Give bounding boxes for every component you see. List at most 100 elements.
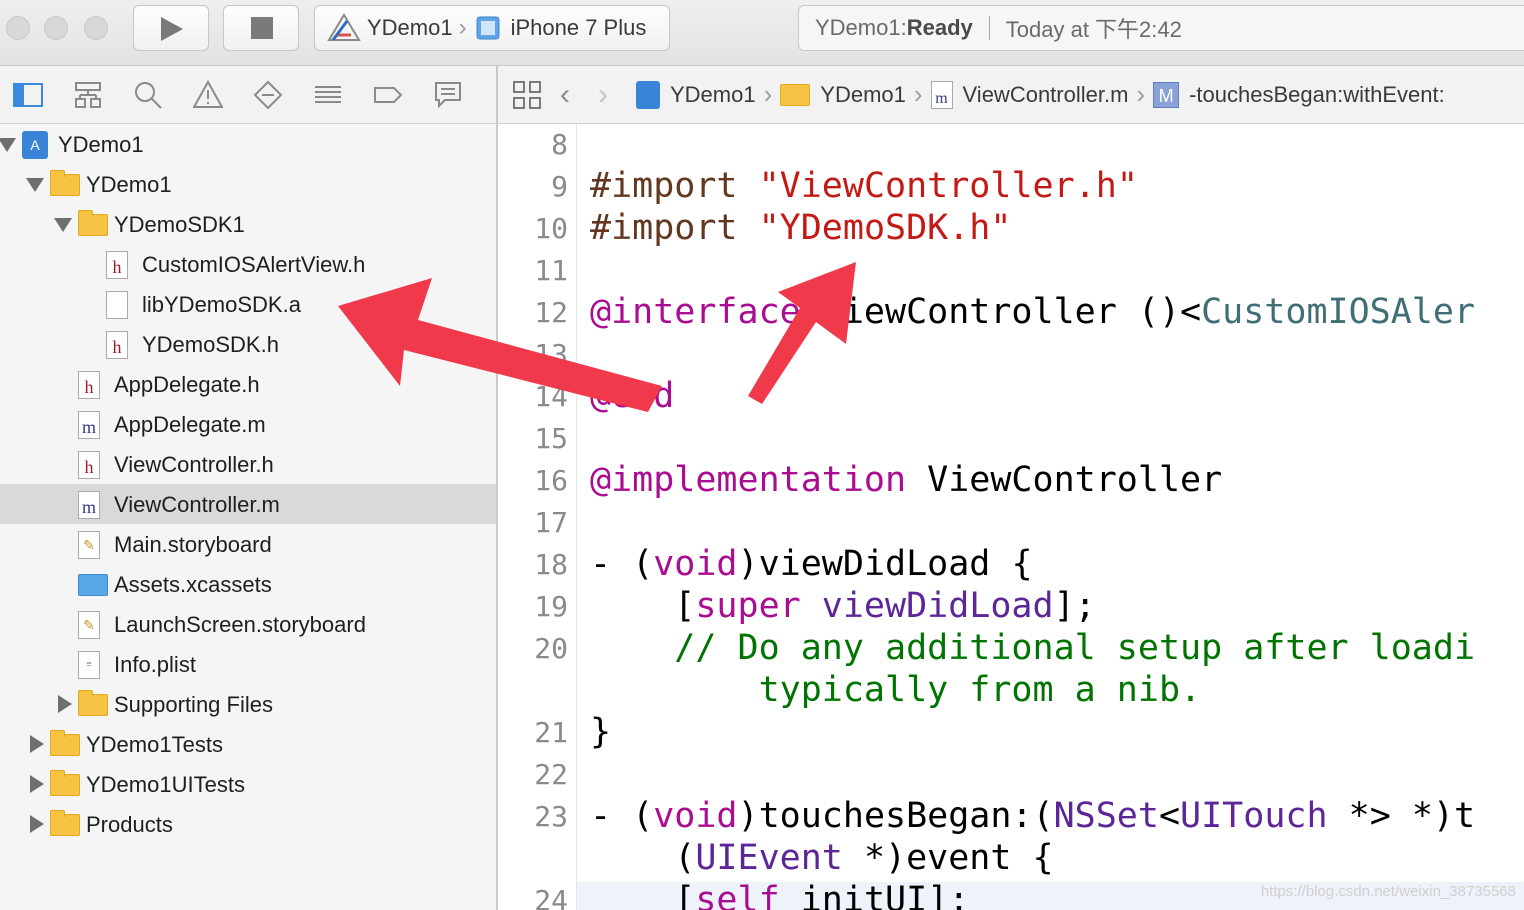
- line-number: 15: [534, 422, 568, 455]
- objc-file-icon: m: [930, 80, 953, 109]
- tag-icon[interactable]: [373, 80, 403, 110]
- disclosure-closed-icon[interactable]: [30, 775, 44, 793]
- navigator-tab-bar: [0, 66, 496, 124]
- interface-keyword: @interface: [590, 292, 801, 332]
- tree-row[interactable]: h CustomIOSAlertView.h: [0, 244, 496, 284]
- folder-icon: [50, 730, 80, 756]
- tree-row[interactable]: ✎ LaunchScreen.storyboard: [0, 604, 496, 644]
- tree-row-label: Supporting Files: [114, 692, 273, 717]
- breakpoint-diamond-icon[interactable]: [253, 80, 283, 110]
- tree-row[interactable]: Supporting Files: [0, 684, 496, 724]
- list-icon[interactable]: [313, 80, 343, 110]
- tree-row[interactable]: m ViewController.m: [0, 484, 496, 524]
- chat-icon[interactable]: [433, 80, 463, 110]
- folder-icon[interactable]: [13, 80, 43, 110]
- code-text: <: [1158, 796, 1181, 836]
- tree-row-label: CustomIOSAlertView.h: [142, 252, 366, 277]
- code-line-16: @implementation ViewController: [590, 460, 1222, 500]
- tree-row-label: AppDelegate.m: [114, 412, 266, 437]
- run-button[interactable]: [133, 5, 209, 51]
- tree-row[interactable]: h AppDelegate.h: [0, 364, 496, 404]
- disclosure-open-icon[interactable]: [26, 178, 44, 192]
- related-items-grid-icon[interactable]: [512, 80, 542, 110]
- scheme-selector[interactable]: YDemo1 › iPhone 7 Plus: [314, 5, 670, 51]
- project-icon: [636, 80, 660, 109]
- warning-icon[interactable]: [193, 80, 223, 110]
- disclosure-closed-icon[interactable]: [30, 735, 44, 753]
- tree-row[interactable]: YDemo1: [0, 164, 496, 204]
- tree-row-label: libYDemoSDK.a: [142, 292, 301, 317]
- code-line-9: #import "ViewController.h": [590, 166, 1138, 206]
- tree-row[interactable]: YDemo1Tests: [0, 724, 496, 764]
- tree-row[interactable]: Products: [0, 804, 496, 844]
- tree-row[interactable]: ✎ Main.storyboard: [0, 524, 496, 564]
- jumpbar-file[interactable]: m ViewController.m: [930, 80, 1129, 109]
- jumpbar-project[interactable]: YDemo1: [636, 80, 756, 109]
- tree-row[interactable]: libYDemoSDK.a: [0, 284, 496, 324]
- tree-row[interactable]: Assets.xcassets: [0, 564, 496, 604]
- code-text: ()<: [1137, 292, 1202, 332]
- jumpbar-group[interactable]: YDemo1: [780, 82, 906, 108]
- tree-row-label: Main.storyboard: [114, 532, 272, 557]
- close-window-button[interactable]: [6, 16, 30, 40]
- tree-row[interactable]: h YDemoSDK.h: [0, 324, 496, 364]
- code-text: - (: [590, 796, 654, 836]
- folder-icon: [78, 690, 108, 716]
- import-string: "ViewController.h": [758, 166, 1138, 206]
- minimize-window-button[interactable]: [44, 16, 68, 40]
- tree-row-label: YDemo1: [86, 172, 172, 197]
- project-navigator: A YDemo1 YDemo1 YDemoSDK1 h CustomIOSAlertVie…: [0, 66, 496, 910]
- disclosure-closed-icon[interactable]: [30, 815, 44, 833]
- disclosure-open-icon[interactable]: [54, 218, 72, 232]
- tree-row-label: Products: [86, 812, 173, 837]
- type-name: NSSet: [1053, 796, 1159, 836]
- code-line-23: - (void)touchesBegan:(NSSet<UITouch *> *…: [590, 796, 1475, 836]
- code-line-24: [self initUI];: [590, 880, 969, 910]
- tree-row[interactable]: YDemoSDK1: [0, 204, 496, 244]
- jumpbar-group-label: YDemo1: [820, 81, 906, 107]
- tree-row[interactable]: ≡ Info.plist: [0, 644, 496, 684]
- line-number: 23: [534, 800, 568, 833]
- type-name: UITouch: [1180, 796, 1328, 836]
- stop-button[interactable]: [223, 5, 299, 51]
- back-arrow-icon[interactable]: ‹: [560, 78, 570, 112]
- jumpbar-file-label: ViewController.m: [962, 81, 1129, 107]
- play-icon: [161, 17, 183, 41]
- type-keyword: void: [653, 544, 738, 584]
- library-file-icon: [106, 291, 128, 319]
- code-line-18: - (void)viewDidLoad {: [590, 544, 1033, 584]
- type-name: UIEvent: [695, 838, 843, 878]
- stop-icon: [251, 17, 273, 39]
- jumpbar-project-label: YDemo1: [670, 81, 756, 107]
- disclosure-open-icon[interactable]: [0, 138, 16, 152]
- method-call: viewDidLoad: [800, 586, 1054, 626]
- line-number: 19: [534, 590, 568, 623]
- code-line-12: @interface ViewController ()<CustomIOSAl…: [590, 292, 1475, 332]
- header-file-icon: h: [106, 251, 128, 279]
- line-number: 16: [534, 464, 568, 497]
- super-keyword: super: [695, 586, 801, 626]
- tree-row-label: YDemo1Tests: [86, 732, 223, 757]
- tree-row[interactable]: YDemo1UITests: [0, 764, 496, 804]
- code-line-14: @end: [590, 376, 674, 416]
- disclosure-closed-icon[interactable]: [58, 695, 72, 713]
- tree-row[interactable]: m AppDelegate.m: [0, 404, 496, 444]
- line-number: 22: [534, 758, 568, 791]
- line-number: 20: [534, 632, 568, 665]
- tree-row[interactable]: h ViewController.h: [0, 444, 496, 484]
- status-time: Today at 下午2:42: [1005, 17, 1182, 42]
- scheme-target-label: YDemo1: [367, 15, 453, 40]
- tree-row[interactable]: A YDemo1: [0, 124, 496, 164]
- source-editor[interactable]: 8 9 10 11 12 13 14 15 16 17 18 19 20 21 22 23 24 #import…: [498, 124, 1524, 910]
- header-file-icon: h: [78, 451, 100, 479]
- zoom-window-button[interactable]: [84, 16, 108, 40]
- search-icon[interactable]: [133, 80, 163, 110]
- tree-row-label: Assets.xcassets: [114, 572, 272, 597]
- forward-arrow-icon[interactable]: ›: [598, 78, 608, 112]
- code-text: ];: [1053, 586, 1096, 626]
- jumpbar-method[interactable]: M -touchesBegan:withEvent:: [1153, 81, 1445, 108]
- hierarchy-icon[interactable]: [73, 80, 103, 110]
- device-icon: [476, 16, 500, 40]
- code-text: [: [590, 880, 696, 910]
- preprocessor-keyword: #import: [590, 166, 738, 206]
